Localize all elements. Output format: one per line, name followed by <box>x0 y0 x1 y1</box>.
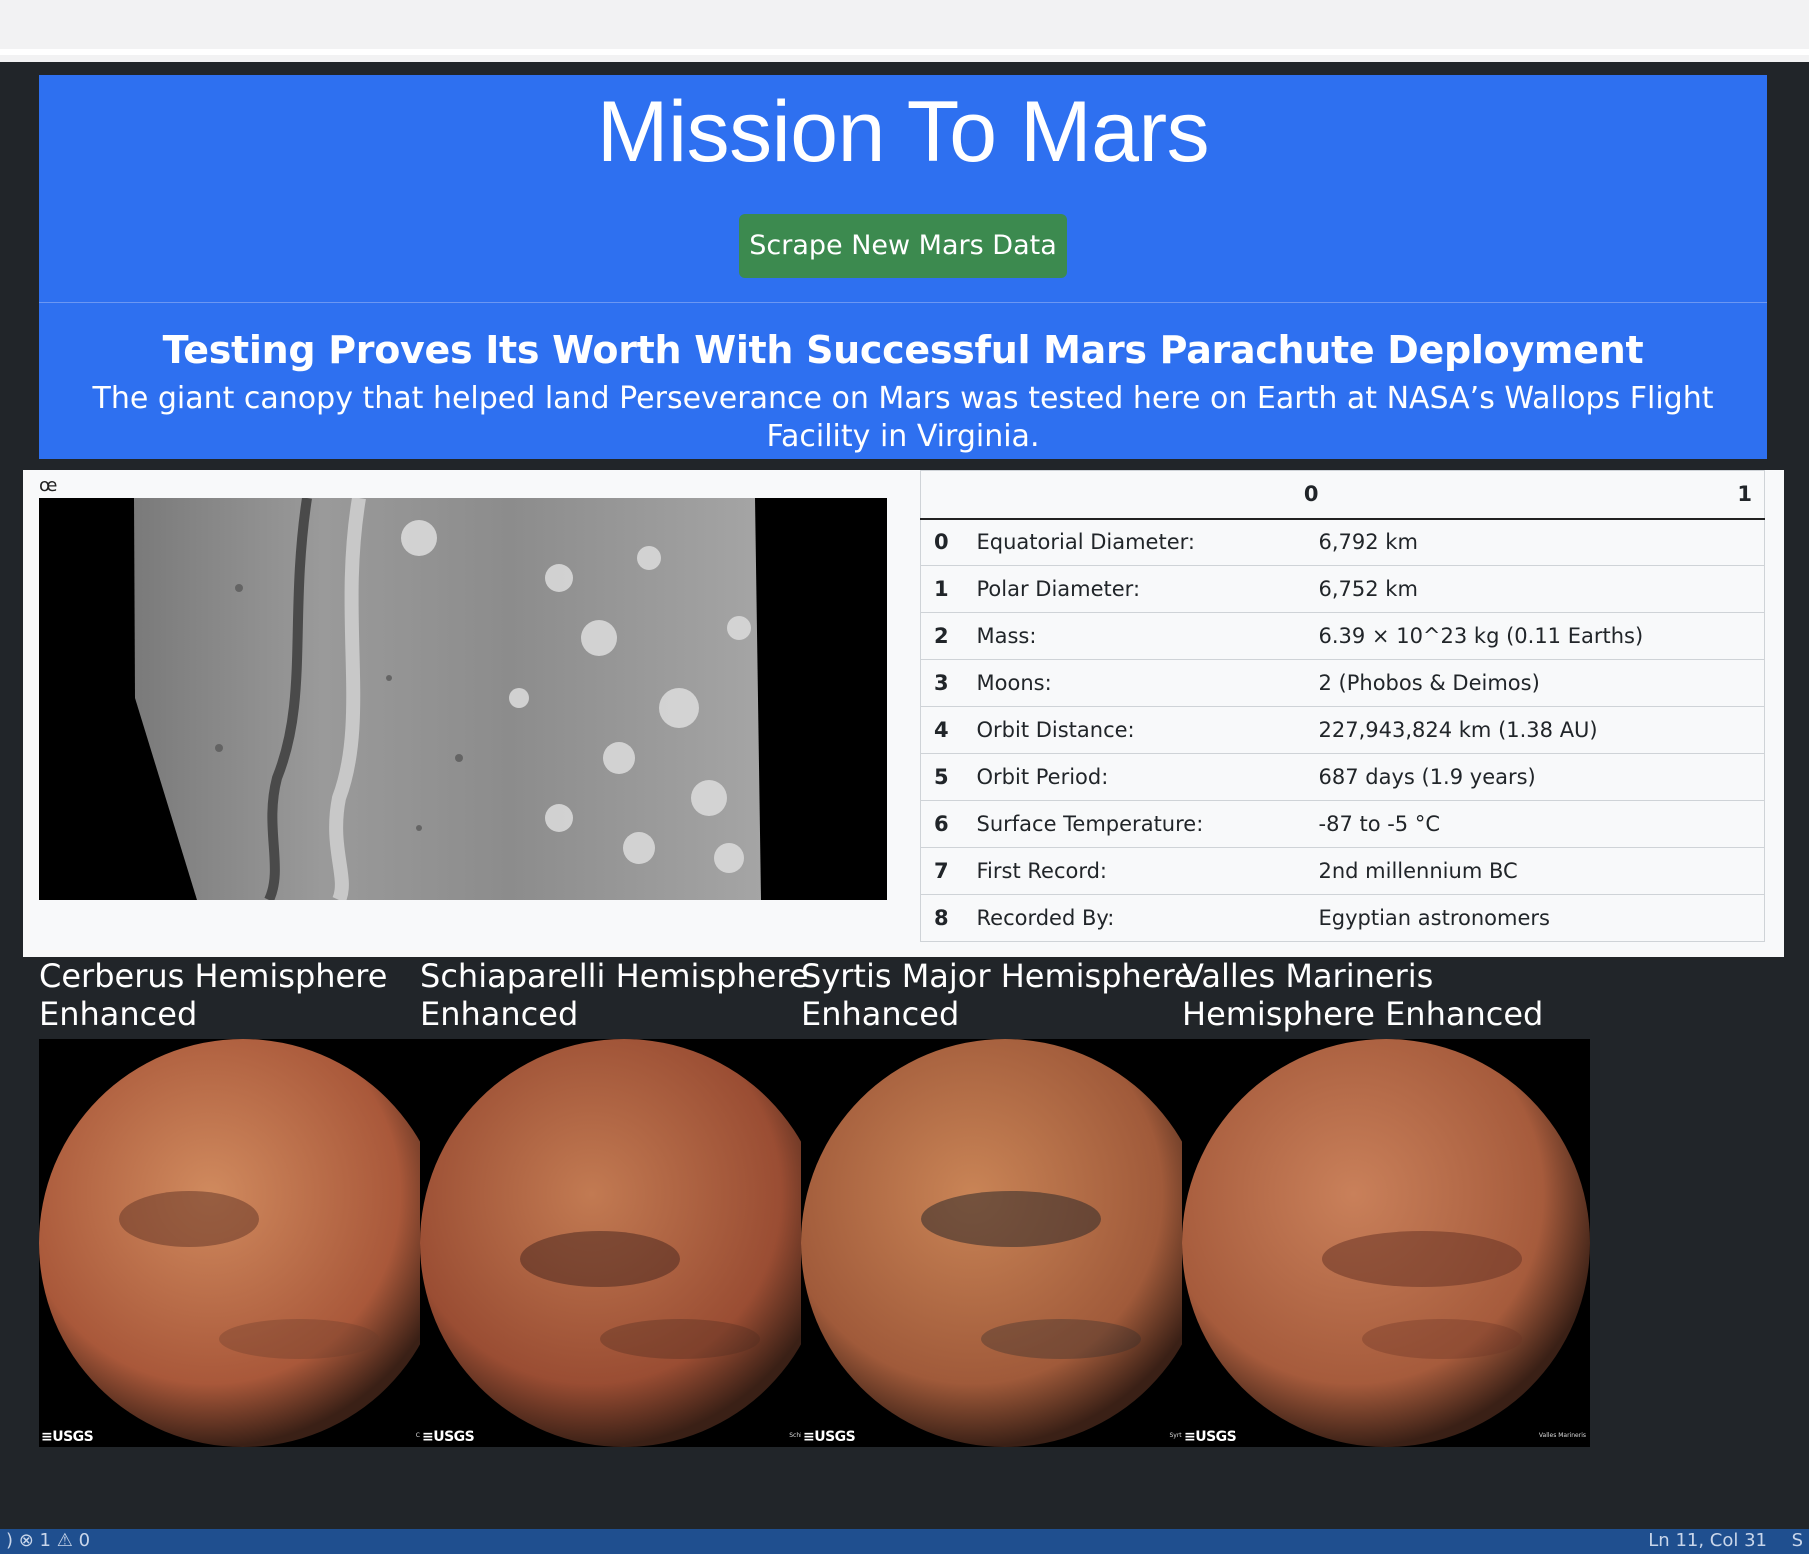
hemisphere-title: Cerberus Hemisphere Enhanced <box>39 957 388 1033</box>
featured-image-alt-text: œ <box>39 475 58 496</box>
table-cell-value: 227,943,824 km (1.38 AU) <box>1318 706 1765 754</box>
table-cell-index: 4 <box>920 706 977 754</box>
table-row: 8 Recorded By: Egyptian astronomers <box>920 894 1765 942</box>
table-cell-label: Orbit Distance: <box>976 706 1319 754</box>
usgs-logo: ≡USGS <box>1184 1429 1237 1445</box>
table-cell-value: Egyptian astronomers <box>1318 894 1765 942</box>
table-cell-index: 1 <box>920 565 977 613</box>
table-cell-value: 2nd millennium BC <box>1318 847 1765 895</box>
table-cell-label: Mass: <box>976 612 1319 660</box>
hemisphere-title: Schiaparelli Hemisphere Enhanced <box>420 957 809 1033</box>
table-cell-value: 6,752 km <box>1318 565 1765 613</box>
page-title: Mission To Mars <box>596 84 1210 180</box>
table-cell-label: Equatorial Diameter: <box>976 518 1319 566</box>
editor-status-bar: ) ⊗ 1 ⚠ 0 Ln 11, Col 31 S <box>0 1529 1809 1554</box>
hemispheres-section: Cerberus Hemisphere Enhanced≡USGSCerberu… <box>39 957 1767 1487</box>
table-cell-value: 687 days (1.9 years) <box>1318 753 1765 801</box>
usgs-logo: ≡USGS <box>803 1429 856 1445</box>
hemisphere-title: Syrtis Major Hemisphere Enhanced <box>801 957 1194 1033</box>
table-cell-label: Orbit Period: <box>976 753 1319 801</box>
table-cell-value: 6,792 km <box>1318 518 1765 566</box>
usgs-logo: ≡USGS <box>41 1429 94 1445</box>
table-row: 4 Orbit Distance: 227,943,824 km (1.38 AU) <box>920 706 1765 754</box>
news-paragraph: The giant canopy that helped land Persev… <box>92 381 1714 454</box>
table-cell-index: 2 <box>920 612 977 660</box>
table-cell-index: 8 <box>920 894 977 942</box>
table-cell-label: First Record: <box>976 847 1319 895</box>
header-jumbotron: Mission To Mars Scrape New Mars Data <box>39 75 1767 302</box>
scrape-button[interactable]: Scrape New Mars Data <box>739 214 1067 278</box>
hemisphere-image[interactable]: ≡USGSCerberus <box>39 1039 447 1447</box>
table-cell-label: Moons: <box>976 659 1319 707</box>
hemisphere-image[interactable]: ≡USGSSyrtis Major <box>801 1039 1209 1447</box>
status-problems[interactable]: ) ⊗ 1 ⚠ 0 <box>6 1529 90 1553</box>
status-edge-text: S <box>1791 1530 1803 1551</box>
table-cell-label: Recorded By: <box>976 894 1319 942</box>
usgs-logo: ≡USGS <box>422 1429 475 1445</box>
table-cell-index: 6 <box>920 800 977 848</box>
table-row: 6 Surface Temperature: -87 to -5 °C <box>920 800 1765 848</box>
table-row: 5 Orbit Period: 687 days (1.9 years) <box>920 753 1765 801</box>
hemisphere-image[interactable]: ≡USGSSchiaparelli <box>420 1039 828 1447</box>
table-cell-value: -87 to -5 °C <box>1318 800 1765 848</box>
hemisphere-caption: Valles Marineris <box>1538 1432 1586 1439</box>
table-cell-index: 0 <box>920 518 977 566</box>
news-section: Testing Proves Its Worth With Successful… <box>39 302 1767 459</box>
page: Mission To Mars Scrape New Mars Data Tes… <box>0 62 1809 1529</box>
table-row: 3 Moons: 2 (Phobos & Deimos) <box>920 659 1765 707</box>
table-header-row: 0 1 <box>920 470 1765 520</box>
table-cell-index: 7 <box>920 847 977 895</box>
table-cell-label: Surface Temperature: <box>976 800 1319 848</box>
hemisphere-image[interactable]: ≡USGS Valles Marineris <box>1182 1039 1590 1447</box>
hemisphere-card: Valles Marineris Hemisphere Enhanced ≡USG… <box>1182 957 1590 1447</box>
table-header-1: 1 <box>1318 470 1765 520</box>
browser-top-bar <box>0 0 1809 55</box>
table-cell-index: 3 <box>920 659 977 707</box>
table-row: 0 Equatorial Diameter: 6,792 km <box>920 518 1765 566</box>
table-row: 7 First Record: 2nd millennium BC <box>920 847 1765 895</box>
featured-image <box>39 498 887 900</box>
table-cell-label: Polar Diameter: <box>976 565 1319 613</box>
hemisphere-title: Valles Marineris Hemisphere Enhanced <box>1182 957 1544 1033</box>
table-cell-value: 6.39 × 10^23 kg (0.11 Earths) <box>1318 612 1765 660</box>
table-row: 2 Mass: 6.39 × 10^23 kg (0.11 Earths) <box>920 612 1765 660</box>
status-cursor-position[interactable]: Ln 11, Col 31 <box>1648 1529 1767 1553</box>
hemisphere-card: Schiaparelli Hemisphere Enhanced≡USGSSch… <box>420 957 828 1447</box>
news-title: Testing Proves Its Worth With Successful… <box>162 328 1644 372</box>
mars-facts-table: 0 1 0 Equatorial Diameter: 6,792 km 1 Polar … <box>920 470 1765 942</box>
content-row: œ 0 1 0 Equatorial Diameter: 6,792 km 1 … <box>23 470 1784 957</box>
table-cell-value: 2 (Phobos & Deimos) <box>1318 659 1765 707</box>
hemisphere-card: Syrtis Major Hemisphere Enhanced ≡USGS Syr… <box>801 957 1209 1447</box>
table-row: 1 Polar Diameter: 6,752 km <box>920 565 1765 613</box>
hemisphere-card: Cerberus Hemisphere Enhanced≡USGSCerberu… <box>39 957 447 1447</box>
table-cell-index: 5 <box>920 753 977 801</box>
table-header-0: 0 <box>976 470 1319 520</box>
